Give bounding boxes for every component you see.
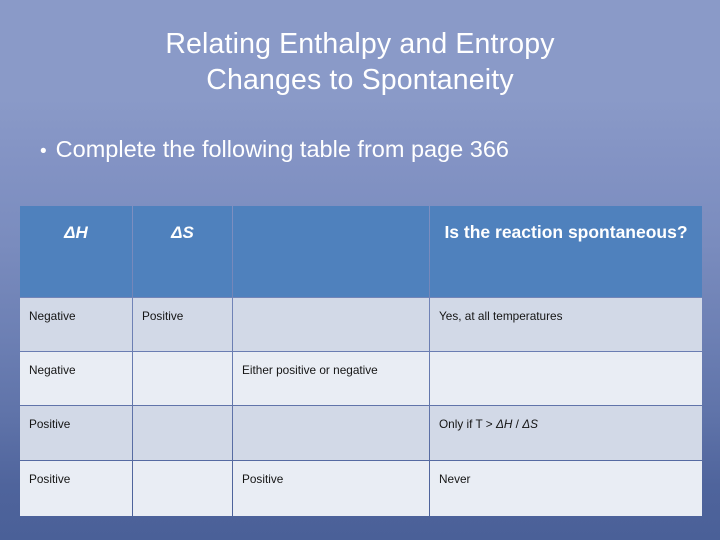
cell-notes	[233, 406, 429, 460]
cell-notes: Positive	[233, 461, 429, 516]
bullet-point-icon: •	[40, 141, 47, 162]
cell-delta-s: Positive	[133, 298, 232, 351]
table-row: Negative Either positive or negative	[20, 352, 702, 405]
slide-title: Relating Enthalpy and Entropy Changes to…	[165, 28, 555, 96]
cell-delta-h: Positive	[20, 406, 132, 460]
cell-notes: Either positive or negative	[233, 352, 429, 405]
column-header-delta-h: ΔH	[20, 206, 132, 297]
cell-delta-s	[133, 406, 232, 460]
column-header-delta-s: ΔS	[133, 206, 232, 297]
bullet-text: Complete the following table from page 3…	[55, 136, 509, 162]
bullet-line: • Complete the following table from page…	[40, 133, 690, 168]
cell-delta-h: Negative	[20, 298, 132, 351]
cell-delta-h: Negative	[20, 352, 132, 405]
table-row: Negative Positive Yes, at all temperatur…	[20, 298, 702, 351]
cell-spontaneous: Yes, at all temperatures	[430, 298, 702, 351]
spontaneity-table-wrapper: ΔH ΔS Is the reaction spontaneous? Negat…	[19, 205, 702, 516]
cell-delta-s	[133, 352, 232, 405]
cell-notes	[233, 298, 429, 351]
cell-delta-s	[133, 461, 232, 516]
column-header-is-reaction-spontaneous: Is the reaction spontaneous?	[430, 206, 702, 297]
table-row: Positive Only if T > ΔH / ΔS	[20, 406, 702, 460]
column-header-blank	[233, 206, 429, 297]
cell-spontaneous	[430, 352, 702, 405]
table-header-row: ΔH ΔS Is the reaction spontaneous?	[20, 206, 702, 297]
cell-delta-h: Positive	[20, 461, 132, 516]
cell-spontaneous: Only if T > ΔH / ΔS	[430, 406, 702, 460]
cell-spontaneous: Never	[430, 461, 702, 516]
table-row: Positive Positive Never	[20, 461, 702, 516]
spontaneity-table: ΔH ΔS Is the reaction spontaneous? Negat…	[19, 205, 703, 517]
